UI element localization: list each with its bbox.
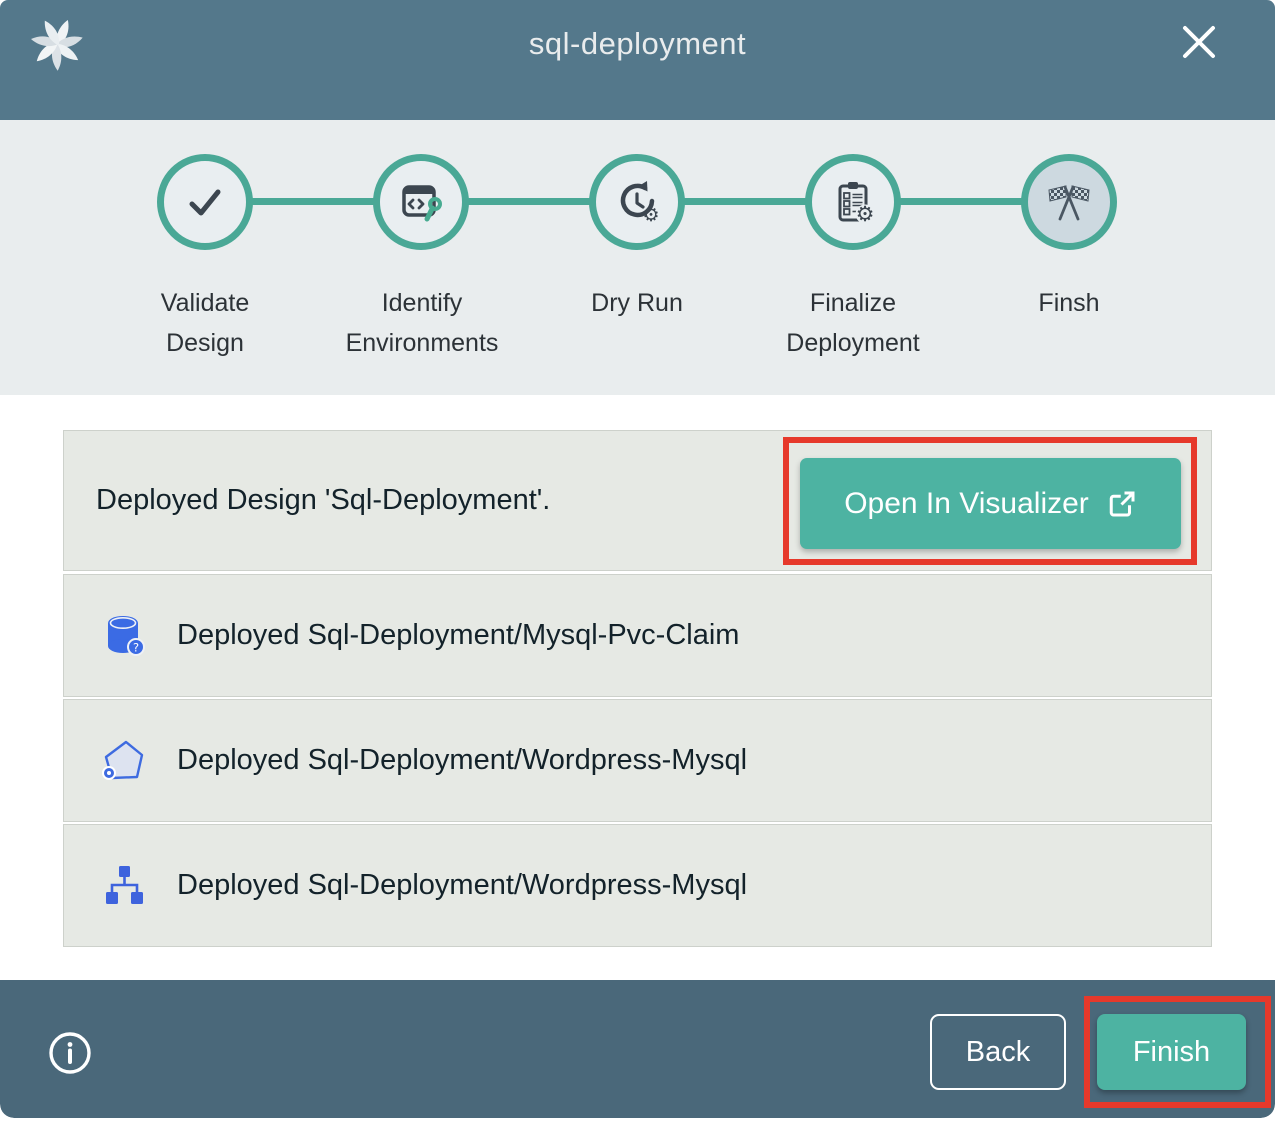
deployed-item-text: Deployed Sql-Deployment/Mysql-Pvc-Claim — [177, 619, 739, 652]
deployed-design-message: Deployed Design 'Sql-Deployment'. — [96, 484, 550, 517]
deployment-wizard-dialog: sql-deployment — [0, 0, 1275, 1118]
deployment-results-panel: Deployed Design 'Sql-Deployment'. Open I… — [0, 395, 1275, 980]
code-tools-icon — [397, 178, 445, 226]
step-circle-dry-run: ⚙ — [589, 154, 685, 250]
finish-button[interactable]: Finish — [1097, 1014, 1246, 1090]
dialog-title: sql-deployment — [0, 26, 1275, 62]
dry-run-icon: ⚙ — [613, 178, 661, 226]
deployment-tree-icon — [99, 861, 149, 911]
open-in-visualizer-button[interactable]: Open In Visualizer — [800, 458, 1181, 549]
close-icon[interactable] — [1179, 22, 1219, 62]
step-label-finish: Finsh — [984, 283, 1154, 323]
step-circle-finish — [1021, 154, 1117, 250]
step-label-validate-design: Validate Design — [120, 283, 290, 363]
step-label-dry-run: Dry Run — [552, 283, 722, 323]
info-icon[interactable] — [48, 1031, 92, 1075]
svg-text:⚙: ⚙ — [856, 202, 875, 226]
deployed-item-row: Deployed Sql-Deployment/Wordpress-Mysql — [63, 824, 1212, 947]
deployed-item-row: Deployed Sql-Deployment/Wordpress-Mysql — [63, 699, 1212, 822]
deployed-item-text: Deployed Sql-Deployment/Wordpress-Mysql — [177, 869, 747, 902]
back-button[interactable]: Back — [930, 1014, 1066, 1090]
step-circle-finalize-deployment: ⚙ — [805, 154, 901, 250]
step-label-finalize-deployment: Finalize Deployment — [768, 283, 938, 363]
clipboard-gear-icon: ⚙ — [829, 178, 877, 226]
service-pentagon-icon — [99, 736, 149, 786]
svg-text:⚙: ⚙ — [642, 204, 659, 226]
database-icon: ? — [99, 611, 149, 661]
dialog-footer — [0, 980, 1275, 1118]
svg-text:?: ? — [133, 640, 139, 654]
check-icon — [181, 178, 229, 226]
deployment-stepper: ⚙ ⚙ — [0, 120, 1275, 395]
deployed-item-text: Deployed Sql-Deployment/Wordpress-Mysql — [177, 744, 747, 777]
step-label-identify-environments: Identify Environments — [337, 283, 507, 363]
step-circle-identify-environments — [373, 154, 469, 250]
external-link-icon — [1107, 489, 1137, 519]
open-in-visualizer-label: Open In Visualizer — [844, 487, 1089, 521]
deployed-item-row: ? Deployed Sql-Deployment/Mysql-Pvc-Clai… — [63, 574, 1212, 697]
dialog-header: sql-deployment — [0, 0, 1275, 120]
step-circle-validate-design — [157, 154, 253, 250]
finish-flags-icon — [1045, 178, 1093, 226]
